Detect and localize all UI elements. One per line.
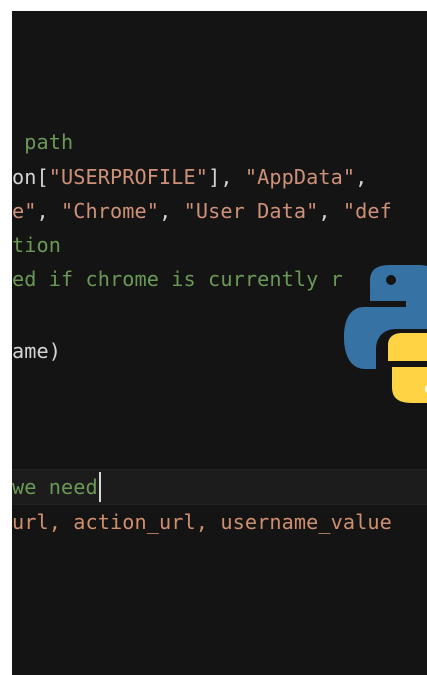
code-text: ],	[208, 165, 245, 189]
comment-text: ed if chrome is currently r	[12, 267, 343, 291]
string-literal: "User Data"	[183, 199, 319, 223]
python-logo-icon	[344, 265, 427, 403]
code-text: ,	[318, 199, 343, 223]
code-text: ,	[159, 199, 184, 223]
code-text: ,	[36, 199, 62, 223]
string-literal: "USERPROFILE"	[48, 165, 209, 189]
text-cursor	[98, 471, 101, 502]
string-literal: "def	[342, 199, 392, 223]
code-line-chrome-path: e", "Chrome", "User Data", "def	[12, 194, 392, 228]
code-line-filename-call: ame)	[12, 334, 61, 368]
code-text: ,	[355, 165, 368, 189]
string-literal: "AppData"	[244, 165, 356, 189]
code-editor[interactable]: path on["USERPROFILE"], "AppData", e", "…	[12, 11, 427, 675]
code-text: ame)	[12, 339, 62, 363]
code-line-comment-chrome-running: ed if chrome is currently r	[12, 262, 343, 296]
code-line-select-fields: url, action_url, username_value	[12, 505, 392, 539]
code-text: on[	[12, 165, 49, 189]
string-literal: e"	[12, 199, 37, 223]
code-line-comment-we-need[interactable]: we need	[12, 470, 101, 504]
comment-text: we need	[12, 475, 98, 499]
comment-text: tion	[12, 233, 62, 257]
code-line-comment-path: path	[12, 125, 73, 159]
code-text: url, action_url, username_value	[12, 510, 392, 534]
code-line-comment-location: tion	[12, 228, 61, 262]
code-line-user-profile: on["USERPROFILE"], "AppData",	[12, 160, 367, 194]
string-literal: "Chrome"	[61, 199, 160, 223]
comment-text: path	[12, 130, 74, 154]
